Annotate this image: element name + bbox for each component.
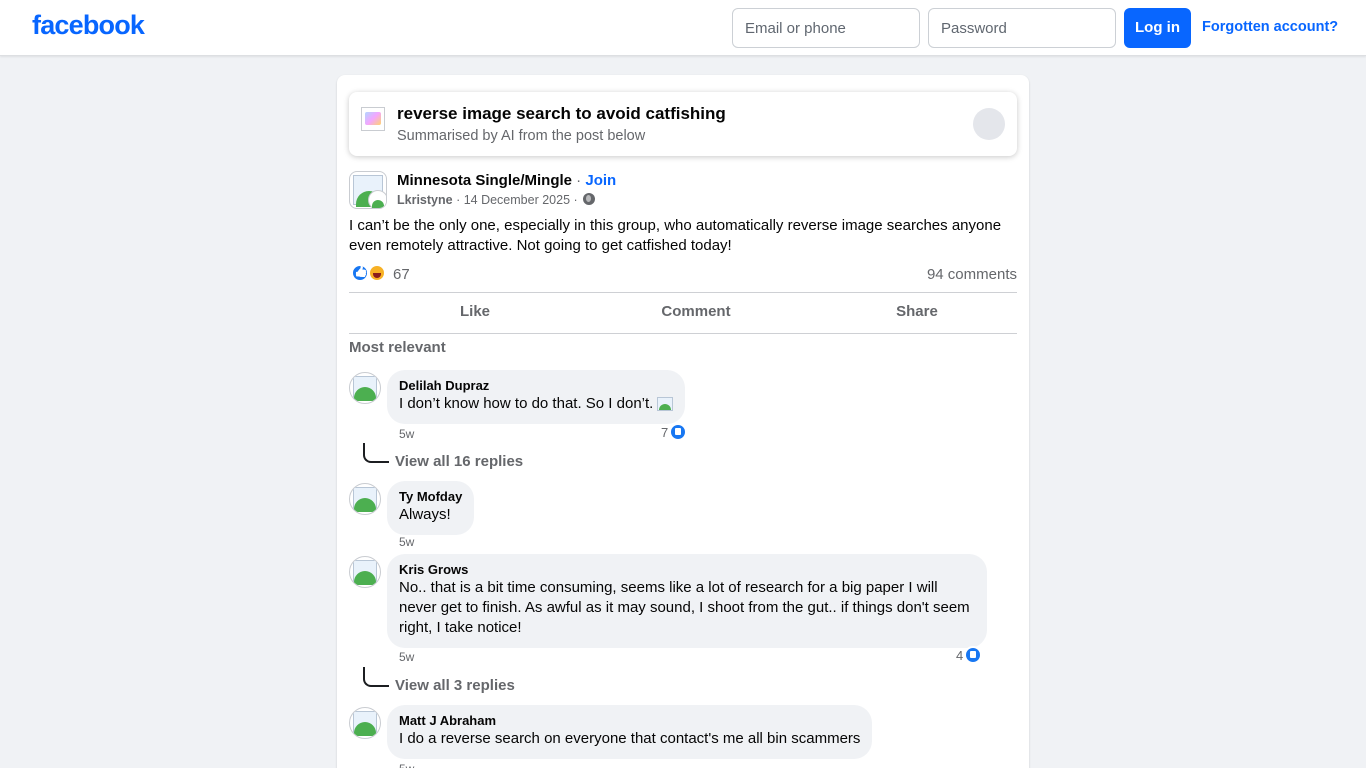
post-meta: Lkristyne · 14 December 2025 · [397, 193, 596, 207]
post-card: reverse image search to avoid catfishing… [337, 75, 1029, 768]
comments-count-link[interactable]: 94 comments [927, 266, 1017, 283]
summary-title: reverse image search to avoid catfishing [397, 104, 726, 123]
email-input[interactable] [732, 8, 920, 48]
post-author-link[interactable]: Lkristyne [397, 193, 453, 207]
group-name-link[interactable]: Minnesota Single/Mingle [397, 172, 572, 189]
comment-text: I don’t know how to do that. So I don’t. [399, 395, 654, 412]
author-avatar[interactable] [368, 190, 386, 208]
commenter-avatar[interactable] [349, 707, 381, 739]
comment-time[interactable]: 5w [399, 650, 414, 664]
post-date[interactable]: · 14 December 2025 · [453, 193, 582, 207]
comment-time[interactable]: 5w [399, 535, 414, 549]
comment-bubble: Delilah Dupraz I don’t know how to do th… [387, 370, 686, 424]
forgotten-account-link[interactable]: Forgotten account? [1202, 19, 1338, 35]
comment-likes[interactable]: 4 [956, 646, 983, 664]
like-button[interactable]: Like [364, 303, 586, 320]
top-bar: facebook Log in Forgotten account? [0, 0, 1366, 56]
comment-button[interactable]: Comment [585, 303, 807, 320]
group-avatar[interactable] [349, 171, 387, 209]
commenter-name[interactable]: Kris Grows [399, 562, 975, 577]
commenter-avatar[interactable] [349, 556, 381, 588]
comment-bubble: Matt J Abraham I do a reverse search on … [387, 705, 873, 759]
comment-filter-dropdown[interactable]: Most relevant [349, 339, 446, 356]
like-reaction-icon [669, 423, 688, 441]
comment-bubble: Kris Grows No.. that is a bit time consu… [387, 554, 987, 648]
like-reaction-icon [351, 264, 369, 282]
globe-icon [583, 193, 596, 205]
reply-connector-line [363, 443, 389, 463]
comment-like-count: 7 [661, 425, 669, 440]
commenter-avatar[interactable] [349, 483, 381, 515]
reply-connector-line [363, 667, 389, 687]
comment-text: No.. that is a bit time consuming, seems… [399, 579, 970, 636]
ai-summary-box[interactable]: reverse image search to avoid catfishing… [349, 92, 1017, 156]
facebook-logo[interactable]: facebook [32, 10, 145, 41]
view-replies-text[interactable]: View all 16 replies [395, 453, 523, 470]
divider [349, 333, 1017, 334]
post-text: I can’t be the only one, especially in t… [349, 217, 1002, 254]
comment-text: I do a reverse search on everyone that c… [399, 730, 861, 747]
summary-action-button[interactable] [973, 108, 1005, 140]
summary-subtitle: Summarised by AI from the post below [397, 128, 646, 144]
reaction-count: 67 [393, 266, 410, 283]
like-reaction-icon [964, 646, 983, 664]
comment-bubble: Ty Mofday Always! [387, 481, 475, 535]
comment-text-row: I don’t know how to do that. So I don’t. [399, 394, 674, 414]
comment-text: Always! [399, 506, 451, 523]
post-header: Minnesota Single/Mingle · Join [397, 172, 616, 189]
divider [349, 292, 1017, 293]
share-button[interactable]: Share [806, 303, 1028, 320]
comment-likes[interactable]: 7 [661, 423, 688, 441]
commenter-name[interactable]: Ty Mofday [399, 489, 462, 504]
broken-image-icon [361, 107, 385, 131]
commenter-name[interactable]: Delilah Dupraz [399, 378, 673, 393]
commenter-name[interactable]: Matt J Abraham [399, 713, 860, 728]
commenter-avatar[interactable] [349, 372, 381, 404]
comment-time[interactable]: 5w [399, 427, 414, 441]
separator: · [572, 172, 586, 189]
comment-like-count: 4 [956, 648, 964, 663]
haha-reaction-icon [368, 264, 386, 282]
password-input[interactable] [928, 8, 1116, 48]
join-group-button[interactable]: Join [585, 172, 616, 189]
comment-time[interactable]: 5w [399, 762, 414, 768]
view-replies-text[interactable]: View all 3 replies [395, 677, 515, 694]
broken-image-icon [657, 397, 674, 411]
login-button[interactable]: Log in [1124, 8, 1191, 48]
